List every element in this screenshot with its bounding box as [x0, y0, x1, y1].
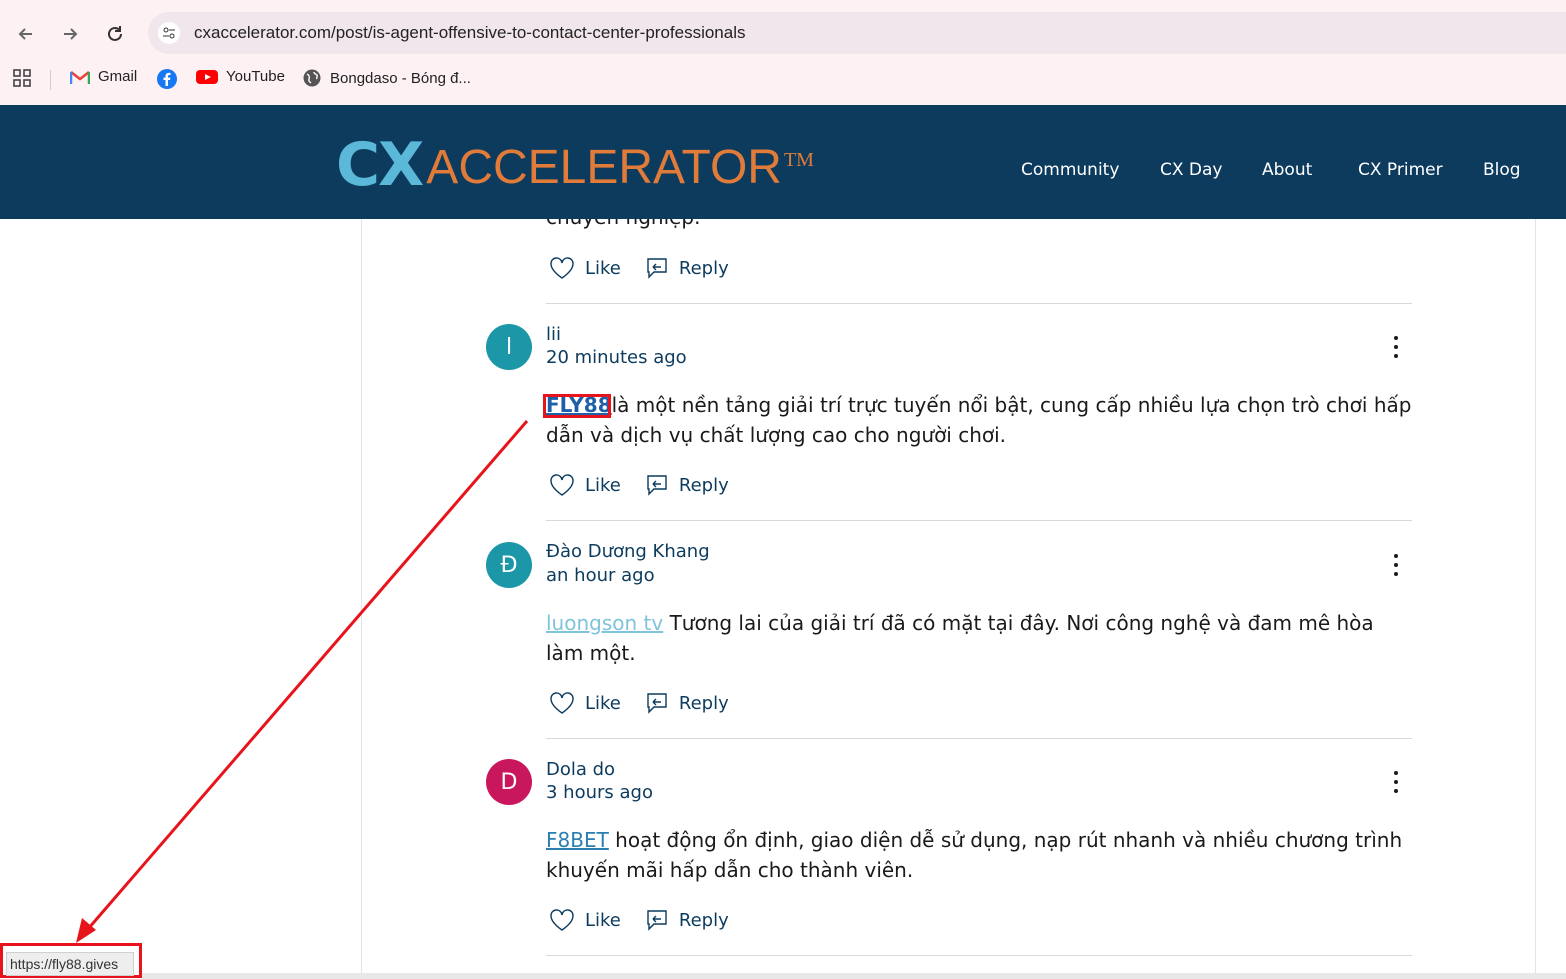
reply-label: Reply [678, 909, 729, 931]
comment-divider [546, 955, 1412, 956]
comment-body: F8BET hoạt động ổn định, giao diện dễ sử… [546, 825, 1412, 885]
globe-icon [303, 69, 321, 87]
status-bar-highlight: https://fly88.gives [0, 943, 142, 978]
comment-actions: Like Reply [549, 906, 753, 934]
comment-author[interactable]: Dola do [546, 759, 615, 780]
like-button[interactable]: Like [549, 691, 621, 715]
like-label: Like [585, 257, 621, 279]
heart-icon [550, 692, 574, 714]
comment-link-luongson[interactable]: luongson tv [546, 611, 663, 635]
nav-cx-primer[interactable]: CX Primer [1358, 160, 1443, 180]
comment-author[interactable]: Đào Dương Khang [546, 541, 710, 562]
like-label: Like [585, 692, 621, 714]
partial-comment-actions: Like Reply [549, 254, 753, 282]
nav-blog[interactable]: Blog [1483, 160, 1521, 180]
like-label: Like [585, 909, 621, 931]
status-url: https://fly88.gives [6, 952, 134, 976]
avatar-letter: l [505, 334, 513, 360]
reply-button[interactable]: Reply [645, 256, 729, 280]
like-button[interactable]: Like [549, 473, 621, 497]
reply-label: Reply [678, 474, 729, 496]
avatar-letter: D [500, 769, 518, 795]
comment-body: luongson tv Tương lai của giải trí đã có… [546, 608, 1412, 668]
bookmarks-separator [50, 70, 51, 90]
bookmark-facebook[interactable] [156, 68, 178, 90]
comment-divider [546, 303, 1412, 304]
bookmark-gmail[interactable]: Gmail [70, 68, 137, 85]
more-options-icon[interactable] [1385, 769, 1407, 795]
youtube-icon [196, 69, 218, 84]
comment-time: 20 minutes ago [546, 347, 687, 368]
site-header: CX ACCELERATOR TM Community CX Day About… [0, 105, 1566, 219]
logo-accelerator: ACCELERATOR [426, 141, 782, 194]
nav-about[interactable]: About [1262, 160, 1312, 180]
reply-icon [647, 258, 667, 279]
gmail-icon [70, 70, 90, 84]
more-options-icon[interactable] [1385, 334, 1407, 360]
facebook-icon [157, 69, 177, 89]
logo-tm: TM [783, 149, 814, 171]
forward-icon[interactable] [56, 20, 84, 48]
reply-icon [647, 693, 667, 714]
avatar[interactable]: Đ [486, 542, 532, 588]
reply-icon [647, 910, 667, 931]
horizontal-scrollbar[interactable] [142, 973, 1566, 979]
comment-divider [546, 520, 1412, 521]
more-options-icon[interactable] [1385, 552, 1407, 578]
comment-actions: Like Reply [549, 471, 753, 499]
bookmark-youtube[interactable]: YouTube [196, 68, 285, 85]
comment-time: an hour ago [546, 565, 655, 586]
back-icon[interactable] [12, 20, 40, 48]
comment-link-f8bet[interactable]: F8BET [546, 828, 609, 852]
comment-text: hoạt động ổn định, giao diện dễ sử dụng,… [546, 828, 1403, 882]
reply-icon [647, 475, 667, 496]
bookmarks-bar: Gmail YouTube Bongdaso - Bóng đ... [0, 62, 1566, 96]
reply-label: Reply [678, 257, 729, 279]
logo-cx: CX [336, 130, 424, 200]
reply-label: Reply [678, 692, 729, 714]
reply-button[interactable]: Reply [645, 691, 729, 715]
nav-community[interactable]: Community [1021, 160, 1119, 180]
like-button[interactable]: Like [549, 908, 621, 932]
url-text: cxaccelerator.com/post/is-agent-offensiv… [194, 23, 746, 42]
heart-icon [550, 474, 574, 496]
comment-divider [546, 738, 1412, 739]
cx-accelerator-logo[interactable]: CX ACCELERATOR TM [336, 135, 814, 195]
comment-text: là một nền tảng giải trí trực tuyến nổi … [546, 393, 1412, 447]
apps-icon[interactable] [12, 68, 32, 88]
reply-button[interactable]: Reply [645, 908, 729, 932]
bookmark-gmail-label: Gmail [98, 68, 138, 85]
reply-button[interactable]: Reply [645, 473, 729, 497]
comment-actions: Like Reply [549, 689, 753, 717]
avatar[interactable]: D [486, 759, 532, 805]
heart-icon [550, 257, 574, 279]
browser-chrome: cxaccelerator.com/post/is-agent-offensiv… [0, 0, 1566, 105]
comment-author[interactable]: lii [546, 324, 561, 345]
bookmark-youtube-label: YouTube [226, 68, 285, 85]
reload-icon[interactable] [101, 20, 129, 48]
address-bar[interactable]: cxaccelerator.com/post/is-agent-offensiv… [148, 12, 1566, 54]
avatar[interactable]: l [486, 324, 532, 370]
highlight-box [543, 394, 611, 418]
like-label: Like [585, 474, 621, 496]
avatar-letter: Đ [500, 552, 518, 578]
comment-time: 3 hours ago [546, 782, 653, 803]
like-button[interactable]: Like [549, 256, 621, 280]
bookmark-bongdaso-label: Bongdaso - Bóng đ... [330, 69, 471, 87]
comment-text: Tương lai của giải trí đã có mặt tại đây… [546, 611, 1374, 665]
nav-cx-day[interactable]: CX Day [1160, 160, 1223, 180]
site-info-icon[interactable] [158, 22, 180, 44]
heart-icon [550, 909, 574, 931]
comment-body: FLY88là một nền tảng giải trí trực tuyến… [546, 390, 1412, 450]
bookmark-bongdaso[interactable]: Bongdaso - Bóng đ... [302, 68, 471, 88]
